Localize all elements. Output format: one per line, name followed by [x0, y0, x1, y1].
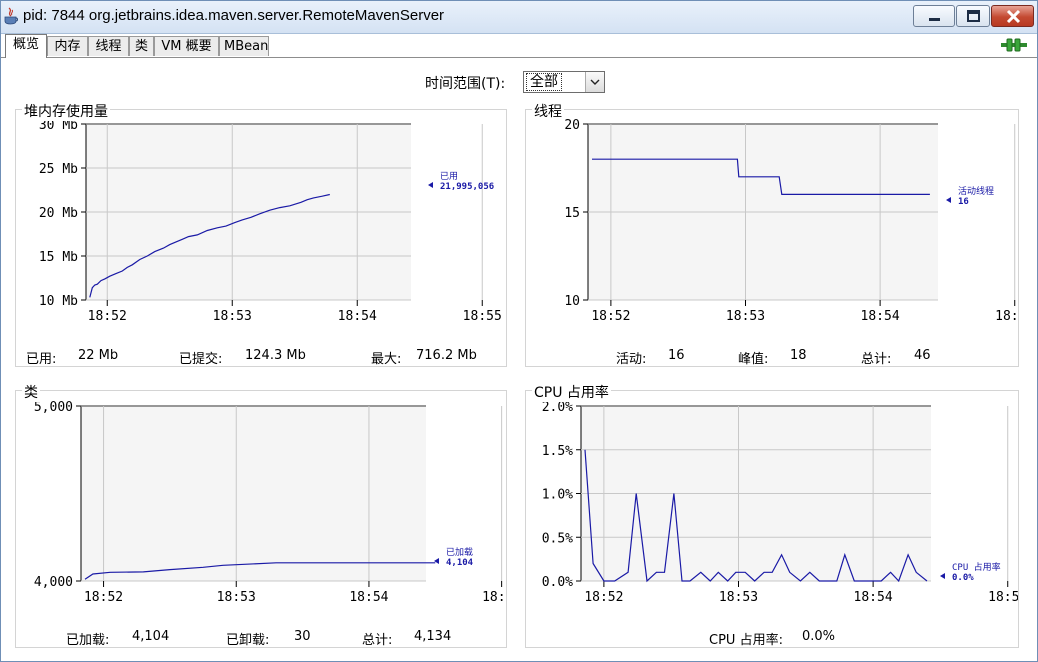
stat-max-value: 716.2 Mb	[416, 348, 477, 363]
cpu-usage-panel: CPU 占用率 2.0% 1.5% 1.0% 0.5% 0.0% 18:52 18:53 18…	[525, 382, 1028, 648]
close-button[interactable]	[991, 5, 1034, 27]
legend-marker-icon	[946, 197, 951, 203]
stat-total-value: 46	[914, 348, 931, 363]
maximize-icon	[967, 10, 980, 22]
threads-chart: 20 15 10 18:52 18:53 18:54 18:55 活动线程16	[564, 118, 1034, 324]
window-title: pid: 7844 org.jetbrains.idea.maven.serve…	[23, 7, 445, 24]
tab-threads[interactable]: 线程	[88, 36, 129, 56]
x-tick-label: 18:52	[584, 590, 623, 605]
minimize-button[interactable]	[913, 5, 955, 27]
title-bar[interactable]: pid: 7844 org.jetbrains.idea.maven.serve…	[1, 1, 1037, 34]
y-tick-label: 1.0%	[542, 488, 573, 503]
x-tick-label: 18:55	[988, 590, 1018, 605]
x-tick-label: 18:53	[217, 590, 256, 605]
legend-series-value: 16	[958, 197, 969, 207]
x-tick-label: 18:55	[995, 309, 1018, 324]
y-tick-label: 0.5%	[542, 531, 573, 546]
legend-series-label: 已用	[440, 171, 458, 182]
panel-title: 类	[22, 382, 40, 402]
x-tick-label: 18:54	[854, 590, 893, 605]
y-tick-label: 20 Mb	[39, 206, 78, 221]
close-icon	[1006, 9, 1021, 24]
legend-series-value: 0.0%	[952, 573, 974, 583]
stat-max-label: 最大:	[371, 352, 402, 367]
minimize-icon	[929, 18, 940, 21]
classes-chart: 5,000 4,000 18:52 18:53 18:54 18:55 已加载4,104	[34, 400, 521, 605]
legend-marker-icon	[428, 182, 433, 188]
jconsole-window: pid: 7844 org.jetbrains.idea.maven.serve…	[0, 0, 1038, 662]
stat-used-label: 已用:	[26, 352, 57, 367]
tab-overview[interactable]: 概览	[5, 34, 47, 58]
panel-title: 线程	[532, 101, 564, 121]
maximize-button[interactable]	[956, 5, 990, 27]
stat-cpu-label: CPU 占用率:	[709, 633, 783, 648]
cpu-usage-chart: 2.0% 1.5% 1.0% 0.5% 0.0% 18:52 18:53 18:54 18:55…	[542, 400, 1028, 605]
legend-series-label: 活动线程	[958, 185, 994, 197]
stat-live-value: 16	[668, 348, 685, 363]
y-tick-label: 5,000	[34, 400, 73, 415]
stat-used-value: 22 Mb	[78, 348, 119, 363]
x-tick-label: 18:52	[88, 309, 127, 324]
stat-classes-total-label: 总计:	[362, 633, 393, 648]
tab-bar: 概览 内存 线程 类 VM 概要 MBean	[1, 34, 1037, 58]
stat-live-label: 活动:	[616, 352, 647, 367]
x-tick-label: 18:52	[84, 590, 123, 605]
tab-memory[interactable]: 内存	[47, 36, 88, 56]
stat-peak-value: 18	[790, 348, 807, 363]
x-tick-label: 18:55	[463, 309, 502, 324]
x-tick-label: 18:54	[338, 309, 377, 324]
classes-panel: 类 5,0004,00018:5218:5318:5418:55已加载4,104…	[15, 382, 521, 648]
y-tick-label: 15	[564, 206, 580, 221]
x-tick-label: 18:52	[591, 309, 630, 324]
connection-icon[interactable]	[1000, 36, 1028, 54]
legend-marker-icon	[940, 573, 945, 579]
legend-series-label: 已加载	[446, 546, 473, 558]
legend-series-value: 4,104	[446, 558, 474, 568]
stat-unloaded-label: 已卸载:	[226, 633, 270, 648]
stat-unloaded-value: 30	[294, 629, 311, 644]
y-tick-label: 4,000	[34, 575, 73, 590]
stat-committed-label: 已提交:	[179, 352, 223, 367]
time-range-value: 全部	[526, 73, 562, 91]
overview-content: 时间范围(T): 全部 堆内存使用量 30 Mb 25 Mb 20 Mb 15 Mb 1…	[1, 58, 1037, 661]
heap-memory-chart: 30 Mb25 Mb20 Mb15 Mb10 Mb18:52 18:53 18:54…	[39, 118, 502, 324]
x-tick-label: 18:54	[861, 309, 900, 324]
time-range-label: 时间范围(T):	[425, 76, 506, 92]
legend-series-value: 21,995,056	[440, 182, 494, 192]
panel-title: CPU 占用率	[532, 382, 611, 402]
app-java-icon	[4, 7, 18, 25]
y-tick-label: 10	[564, 294, 580, 309]
x-tick-label: 18:55	[482, 590, 506, 605]
y-tick-label: 20	[564, 118, 580, 133]
heap-memory-panel: 堆内存使用量 30 Mb 25 Mb 20 Mb 15 Mb 10 Mb 18:52 18:…	[15, 101, 507, 367]
stat-peak-label: 峰值:	[738, 352, 769, 367]
threads-panel: 线程 20151018:5218:5318:5418:55活动线程16 活动: …	[525, 101, 1034, 367]
x-tick-label: 18:53	[213, 309, 252, 324]
tab-vm-summary[interactable]: VM 概要	[154, 36, 219, 56]
y-tick-label: 25 Mb	[39, 162, 78, 177]
panel-title: 堆内存使用量	[22, 101, 110, 121]
legend-series-label: CPU 占用率	[952, 561, 1001, 573]
x-tick-label: 18:54	[349, 590, 388, 605]
stat-committed-value: 124.3 Mb	[245, 348, 306, 363]
plot-area	[81, 406, 426, 581]
stat-loaded-label: 已加载:	[66, 633, 110, 648]
stat-classes-total-value: 4,134	[414, 629, 452, 644]
chevron-down-icon[interactable]	[585, 72, 604, 92]
tab-mbean[interactable]: MBean	[219, 36, 269, 56]
time-range-select[interactable]: 全部	[523, 71, 605, 93]
tab-classes[interactable]: 类	[129, 36, 154, 56]
y-tick-label: 10 Mb	[39, 294, 78, 309]
stat-loaded-value: 4,104	[132, 629, 170, 644]
y-tick-label: 0.0%	[542, 575, 573, 590]
y-tick-label: 1.5%	[542, 444, 573, 459]
x-tick-label: 18:53	[719, 590, 758, 605]
y-tick-label: 2.0%	[542, 400, 573, 415]
stat-total-label: 总计:	[861, 352, 892, 367]
y-tick-label: 15 Mb	[39, 250, 78, 265]
x-tick-label: 18:53	[726, 309, 765, 324]
stat-cpu-value: 0.0%	[802, 629, 836, 644]
